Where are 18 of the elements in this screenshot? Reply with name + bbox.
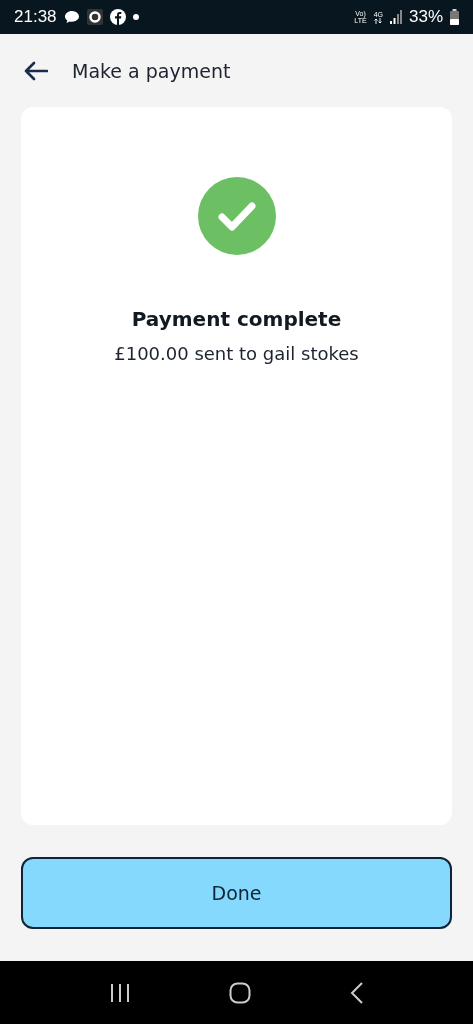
chat-icon <box>63 10 80 24</box>
result-title: Payment complete <box>131 307 342 331</box>
dot-icon <box>132 14 139 20</box>
recent-apps-icon[interactable] <box>109 982 132 1003</box>
check-icon <box>197 177 276 255</box>
back-arrow-icon[interactable] <box>24 60 48 81</box>
page-title: Make a payment <box>72 59 231 82</box>
status-time: 21:38 <box>14 7 57 27</box>
done-button[interactable]: Done <box>21 857 452 929</box>
back-icon[interactable] <box>349 981 364 1004</box>
result-message: £100.00 sent to gail stokes <box>114 343 359 364</box>
facebook-icon <box>109 9 126 25</box>
data-arrows-icon <box>374 17 383 24</box>
app-icon <box>86 9 103 25</box>
home-icon[interactable] <box>229 981 252 1004</box>
battery-percent: 33% <box>408 7 443 27</box>
signal-icon <box>389 10 402 24</box>
battery-icon <box>450 9 459 25</box>
